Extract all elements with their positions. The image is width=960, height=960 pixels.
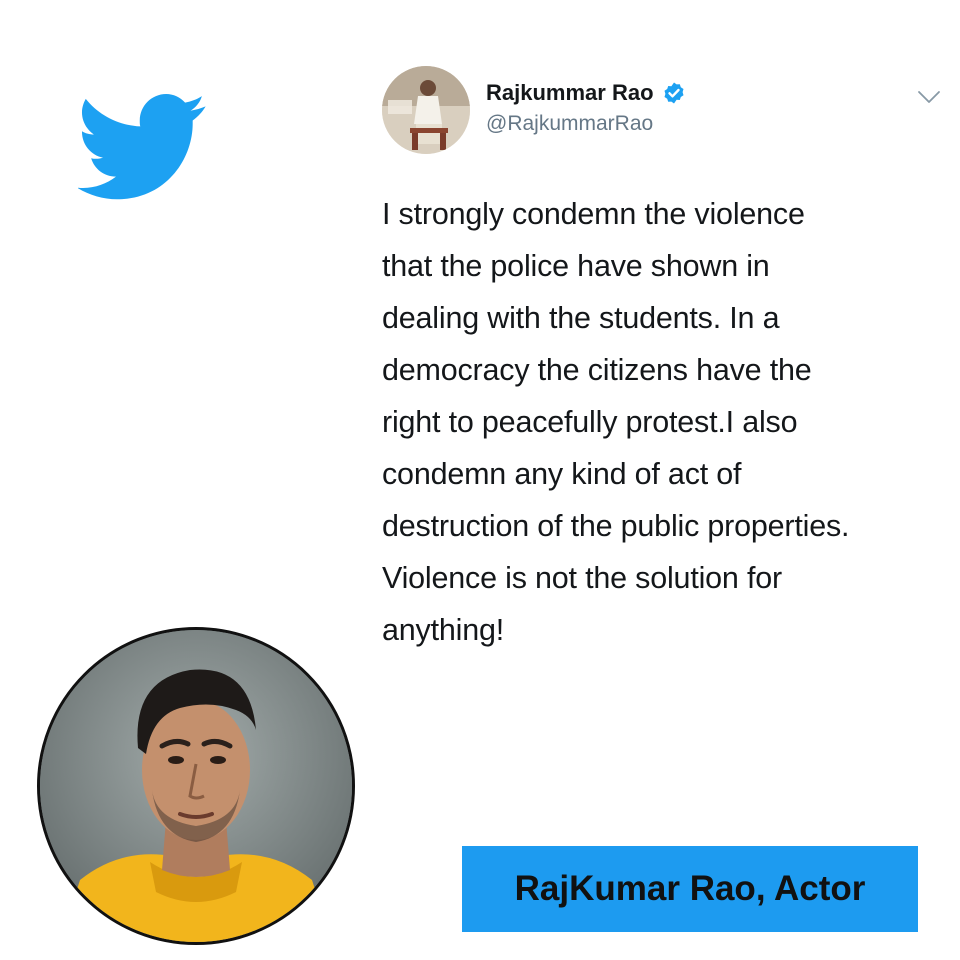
tweet-text-line: I strongly condemn the violence [382, 197, 805, 231]
tweet-text-line: dealing with the students. In a [382, 301, 780, 335]
actor-portrait [37, 627, 355, 945]
tweet-text-line: condemn any kind of act of [382, 457, 742, 491]
tweet-text-line: destruction of the public properties. [382, 509, 850, 543]
author-name[interactable]: Rajkummar Rao [486, 80, 654, 106]
tweet-header: Rajkummar Rao @RajkummarRao [382, 66, 942, 156]
chevron-down-icon[interactable] [916, 88, 942, 106]
author-avatar[interactable] [382, 66, 470, 154]
tweet-text-line: that the police have shown in [382, 249, 770, 283]
author-avatar-photo [382, 66, 470, 154]
caption-text: RajKumar Rao, Actor [514, 869, 866, 908]
tweet-text-line: anything! [382, 613, 504, 647]
actor-portrait-photo [40, 630, 352, 942]
tweet-text-line: right to peacefully protest.I also [382, 405, 798, 439]
author-handle[interactable]: @RajkummarRao [486, 112, 653, 136]
twitter-bird-icon [78, 94, 206, 200]
caption-box: RajKumar Rao, Actor [462, 846, 918, 932]
tweet-text-line: democracy the citizens have the [382, 353, 812, 387]
tweet-text: I strongly condemn the violence that the… [382, 188, 952, 656]
verified-badge-icon [664, 82, 684, 104]
name-row: Rajkummar Rao [486, 80, 686, 106]
tweet-text-line: Violence is not the solution for [382, 561, 782, 595]
